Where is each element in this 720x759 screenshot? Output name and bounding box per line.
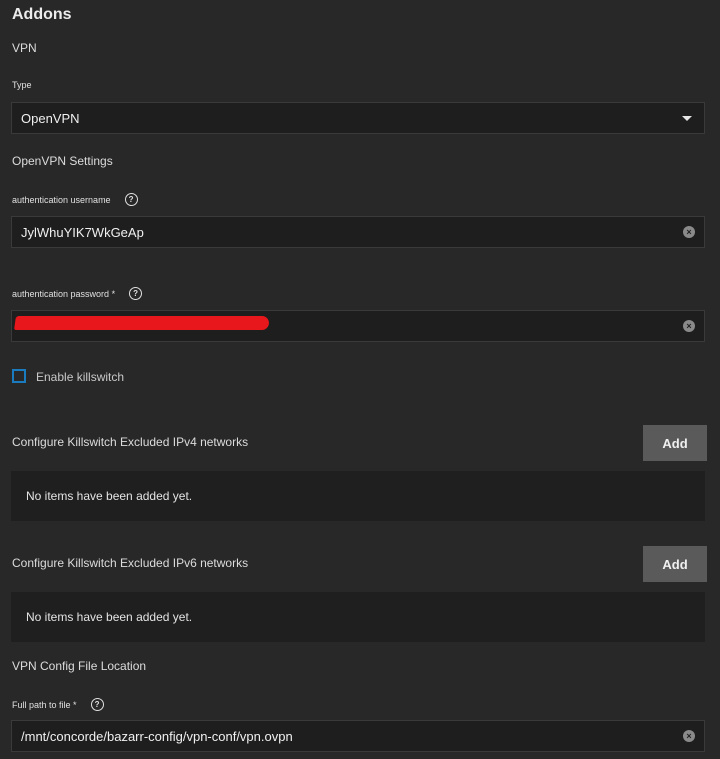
help-icon[interactable]: ? xyxy=(90,698,104,711)
config-section-label: VPN Config File Location xyxy=(12,659,147,673)
password-label-text: authentication password * xyxy=(12,288,116,299)
type-select-value: OpenVPN xyxy=(21,110,80,126)
ipv6-list: No items have been added yet. xyxy=(11,592,705,642)
clear-icon[interactable]: × xyxy=(683,730,695,742)
killswitch-checkbox[interactable] xyxy=(12,369,26,383)
password-label: authentication password * ? xyxy=(12,287,143,300)
username-label: authentication username ? xyxy=(12,193,138,206)
path-input-value: /mnt/concorde/bazarr-config/vpn-conf/vpn… xyxy=(21,728,293,744)
ipv6-label: Configure Killswitch Excluded IPv6 netwo… xyxy=(12,556,249,570)
page-title: Addons xyxy=(12,6,72,23)
type-label-text: Type xyxy=(12,80,32,90)
type-label: Type xyxy=(12,80,32,90)
type-select[interactable]: OpenVPN xyxy=(11,102,705,134)
ipv4-empty-text: No items have been added yet. xyxy=(26,489,193,503)
caret-down-icon xyxy=(682,115,692,121)
path-label-text: Full path to file * xyxy=(12,699,77,710)
help-icon[interactable]: ? xyxy=(124,193,138,206)
redaction-mark xyxy=(14,316,270,330)
openvpn-section-label: OpenVPN Settings xyxy=(12,154,113,168)
clear-icon[interactable]: × xyxy=(683,226,695,238)
clear-icon[interactable]: × xyxy=(683,320,695,332)
username-label-text: authentication username xyxy=(12,194,111,205)
username-input-value: JylWhuYIK7WkGeAp xyxy=(21,224,144,240)
help-icon[interactable]: ? xyxy=(129,287,143,300)
killswitch-label[interactable]: Enable killswitch xyxy=(36,370,124,384)
username-input[interactable]: JylWhuYIK7WkGeAp × xyxy=(11,216,705,248)
add-ipv4-button[interactable]: Add xyxy=(643,425,707,461)
path-label: Full path to file * ? xyxy=(12,698,104,711)
ipv4-label: Configure Killswitch Excluded IPv4 netwo… xyxy=(12,435,249,449)
vpn-section-label: VPN xyxy=(12,41,37,55)
path-input[interactable]: /mnt/concorde/bazarr-config/vpn-conf/vpn… xyxy=(11,720,705,752)
add-ipv6-button[interactable]: Add xyxy=(643,546,707,582)
ipv4-list: No items have been added yet. xyxy=(11,471,705,521)
ipv6-empty-text: No items have been added yet. xyxy=(26,610,193,624)
